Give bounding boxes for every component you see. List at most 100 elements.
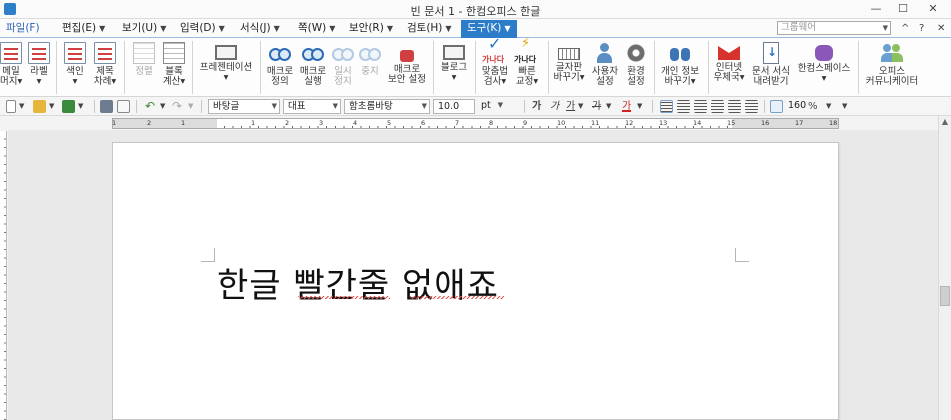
language-select[interactable]: 대표 ▼ xyxy=(283,99,341,114)
help-up-icon[interactable]: ^ xyxy=(901,23,909,34)
unit-select[interactable]: pt ▼ xyxy=(477,99,505,114)
vertical-scrollbar[interactable]: ▲ xyxy=(938,116,951,420)
help-icon[interactable]: ? xyxy=(919,23,924,34)
align-split-icon[interactable] xyxy=(745,100,758,113)
chevron-down-icon: ▼ xyxy=(445,24,452,33)
internet-mail-button[interactable]: 인터넷 우체국▾ xyxy=(712,42,746,94)
maximize-button[interactable]: ☐ xyxy=(890,1,916,18)
macro-run-button[interactable]: 매크로 실행 xyxy=(297,42,329,94)
menu-format[interactable]: 서식(J) ▼ xyxy=(240,21,280,37)
binoculars-icon xyxy=(669,42,691,64)
macro-pause-button[interactable]: 일시 정지 xyxy=(330,42,356,94)
toc-icon xyxy=(94,42,116,64)
index-button[interactable]: 색인 ▾ xyxy=(62,42,88,94)
keyboard-change-button[interactable]: 글자판 바꾸기▾ xyxy=(552,42,586,94)
chevron-down-icon: ▼ xyxy=(271,102,277,110)
align-center-icon[interactable] xyxy=(694,100,707,113)
print-icon[interactable] xyxy=(100,100,113,113)
mail-merge-icon xyxy=(0,42,22,64)
chevron-down-icon[interactable]: ▼ xyxy=(842,99,847,114)
office-community-button[interactable]: 오피스 커뮤니케이터 xyxy=(862,42,922,94)
blog-icon xyxy=(443,45,465,60)
ribbon-close-icon[interactable]: ✕ xyxy=(937,23,945,34)
toolbar-separator xyxy=(201,100,202,113)
underline-button[interactable]: 가 xyxy=(566,99,575,114)
horizontal-ruler: 1 2 1 1 2 3 4 5 6 7 8 9 10 11 12 13 14 1… xyxy=(112,118,839,129)
tools-ribbon: 메일 머지▾ 라벨 ▾ 색인 ▾ 제목 차례▾ 정렬 블록 계산▾ 프레젠테이션… xyxy=(0,38,951,97)
spellcheck-icon: 가나다 xyxy=(482,39,506,64)
open-folder-icon[interactable] xyxy=(33,100,46,113)
macro-stop-button[interactable]: 중지 xyxy=(357,42,383,94)
toc-button[interactable]: 제목 차례▾ xyxy=(91,42,119,94)
chevron-down-icon[interactable]: ▼ xyxy=(49,99,54,114)
menu-view[interactable]: 보기(U) ▼ xyxy=(122,21,166,37)
chevron-down-icon[interactable]: ▼ xyxy=(826,99,831,114)
macro-security-button[interactable]: 매크로 보안 설정 xyxy=(384,42,430,94)
new-document-icon[interactable] xyxy=(6,100,16,113)
groupware-combo[interactable]: 그룹웨어 ▼ xyxy=(777,21,891,35)
macro-define-button[interactable]: 매크로 정의 xyxy=(264,42,296,94)
toolbar-separator xyxy=(136,100,137,113)
vertical-ruler xyxy=(0,131,7,420)
crop-mark-top-right xyxy=(735,248,749,262)
block-calc-button[interactable]: 블록 계산▾ xyxy=(160,42,188,94)
menu-insert[interactable]: 입력(D) ▼ xyxy=(180,21,225,37)
redo-icon[interactable]: ↷ xyxy=(172,99,182,114)
ribbon-separator xyxy=(858,41,859,94)
ribbon-separator xyxy=(548,41,549,94)
quick-correct-button[interactable]: 가나다빠른 교정▾ xyxy=(513,39,541,94)
align-left-icon[interactable] xyxy=(677,100,690,113)
label-icon xyxy=(28,42,50,64)
save-icon[interactable] xyxy=(62,100,75,113)
keyboard-icon xyxy=(558,48,580,60)
style-select[interactable]: 바탕글 ▼ xyxy=(208,99,280,114)
align-right-icon[interactable] xyxy=(711,100,724,113)
blog-button[interactable]: 블로그 ▾ xyxy=(437,42,471,94)
sort-button[interactable]: 정렬 xyxy=(130,42,158,94)
font-size-input[interactable]: 10.0 xyxy=(433,99,475,114)
document-text[interactable]: 한글 빨간줄 없애죠 xyxy=(217,258,499,307)
user-settings-button[interactable]: 사용자 설정 xyxy=(589,42,621,94)
menu-edit[interactable]: 편집(E) ▼ xyxy=(62,21,105,37)
ribbon-separator xyxy=(260,41,261,94)
chevron-down-icon[interactable]: ▼ xyxy=(578,99,583,114)
scroll-thumb[interactable] xyxy=(940,286,950,306)
font-select[interactable]: 함초롬바탕 ▼ xyxy=(344,99,430,114)
italic-button[interactable]: 가 xyxy=(550,99,559,114)
label-button[interactable]: 라벨 ▾ xyxy=(26,42,52,94)
chevron-down-icon[interactable]: ▼ xyxy=(160,99,165,114)
chevron-down-icon[interactable]: ▼ xyxy=(637,99,642,114)
undo-icon[interactable]: ↶ xyxy=(145,99,155,114)
chevron-down-icon[interactable]: ▼ xyxy=(606,99,611,114)
print-preview-icon[interactable] xyxy=(117,100,130,113)
menu-file[interactable]: 파일(F) xyxy=(6,21,40,37)
toolbar-separator xyxy=(652,100,653,113)
align-distribute-icon[interactable] xyxy=(728,100,741,113)
chevron-down-icon[interactable]: ▼ xyxy=(78,99,83,114)
menu-review[interactable]: 검토(H) ▼ xyxy=(407,21,452,37)
macro-record-icon xyxy=(269,42,291,64)
hancom-space-button[interactable]: 한컴스페이스 ▾ xyxy=(794,42,854,94)
menu-page[interactable]: 쪽(W) ▼ xyxy=(298,21,335,37)
spellcheck-button[interactable]: 가나다맞춤법 검사▾ xyxy=(478,39,512,94)
personal-info-button[interactable]: 개인 정보 바꾸기▾ xyxy=(657,42,703,94)
env-settings-button[interactable]: 환경 설정 xyxy=(622,42,650,94)
font-color-button[interactable]: 가 xyxy=(622,99,632,112)
align-justify-icon[interactable] xyxy=(660,100,673,113)
download-icon xyxy=(763,42,779,64)
scroll-up-icon[interactable]: ▲ xyxy=(939,117,951,129)
ribbon-separator xyxy=(708,41,709,94)
chevron-down-icon[interactable]: ▼ xyxy=(188,99,193,114)
bold-button[interactable]: 가 xyxy=(532,99,541,114)
menu-security[interactable]: 보안(R) ▼ xyxy=(349,21,393,37)
presentation-button[interactable]: 프레젠테이션 ▾ xyxy=(196,42,256,94)
chevron-down-icon[interactable]: ▼ xyxy=(19,99,24,114)
title-bar: 빈 문서 1 - 한컴오피스 한글 — ☐ ✕ xyxy=(0,0,951,19)
minimize-button[interactable]: — xyxy=(863,1,889,18)
strike-button[interactable]: 가 xyxy=(592,99,601,114)
ribbon-separator xyxy=(56,41,57,94)
mail-merge-button[interactable]: 메일 머지▾ xyxy=(0,42,22,94)
chevron-down-icon: ▼ xyxy=(497,101,503,109)
download-format-button[interactable]: 문서 서식 내려받기 xyxy=(748,42,794,94)
close-button[interactable]: ✕ xyxy=(920,1,946,18)
